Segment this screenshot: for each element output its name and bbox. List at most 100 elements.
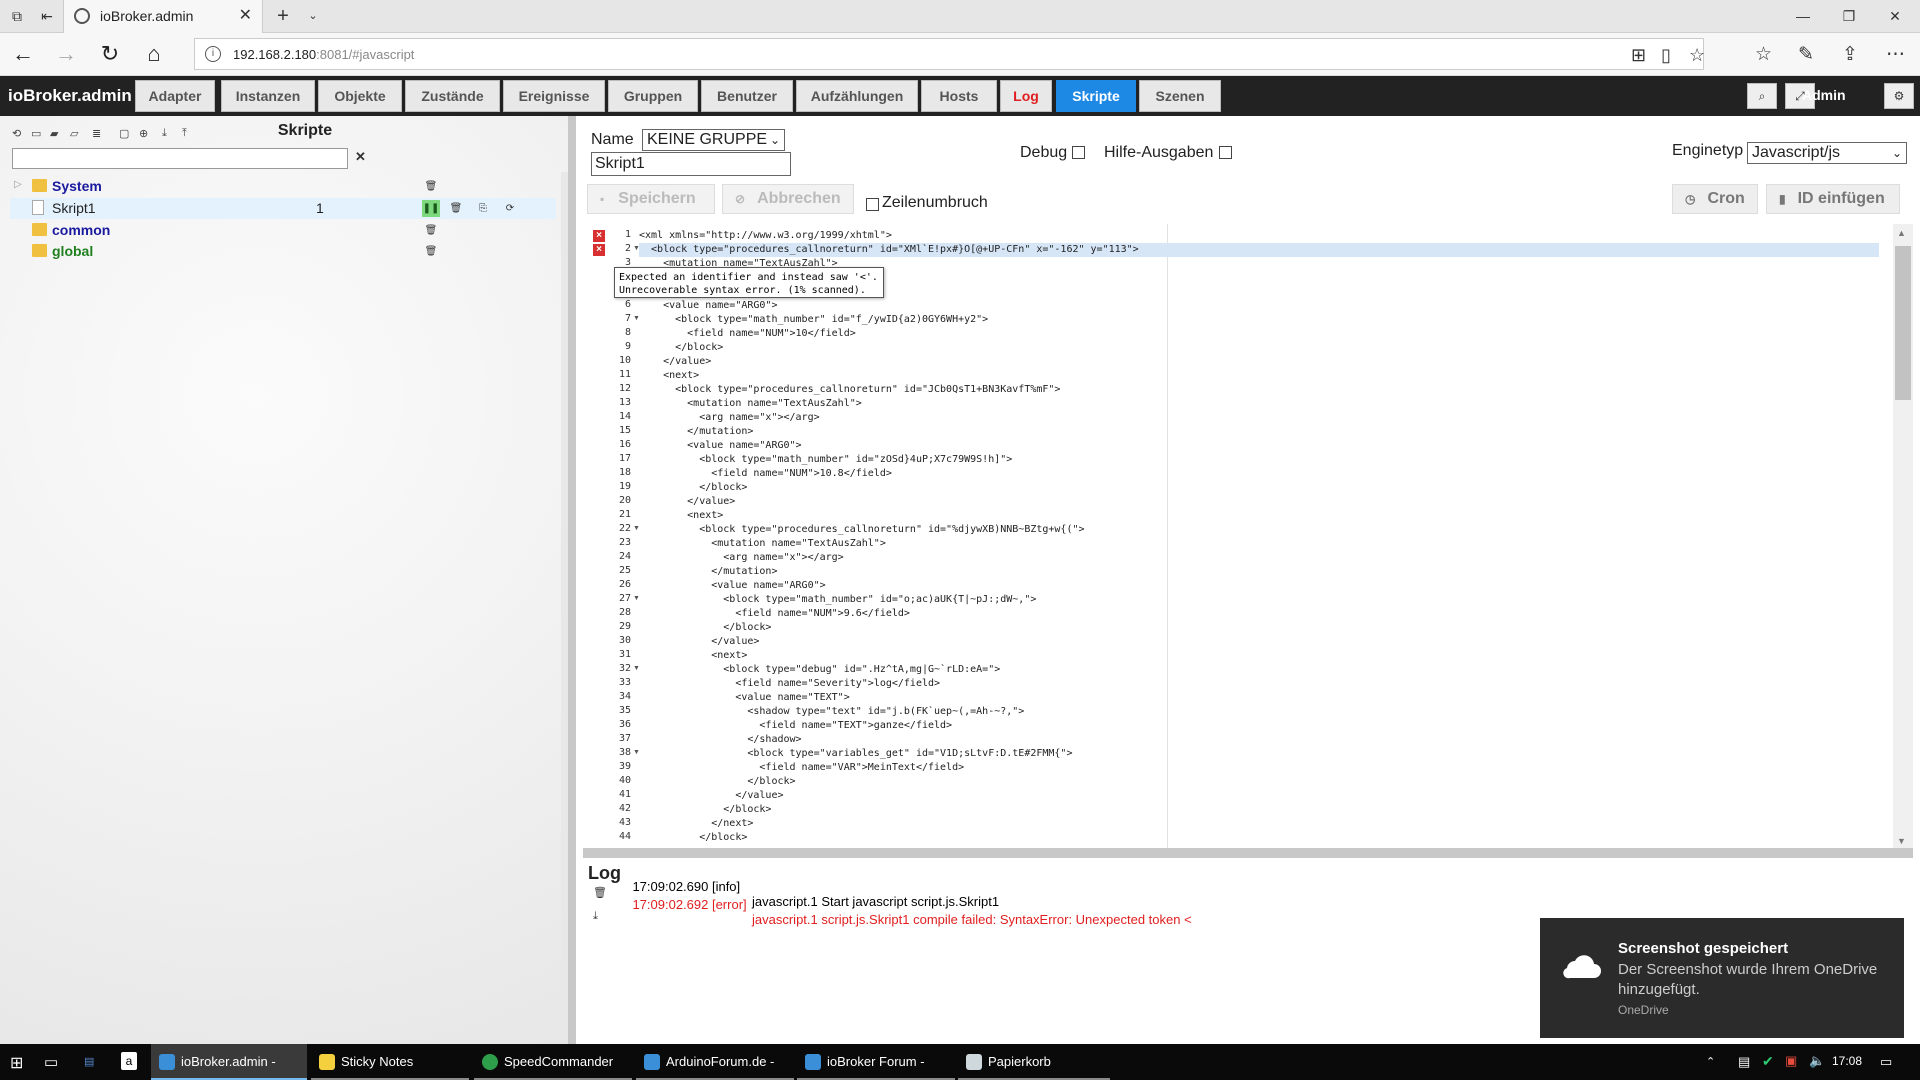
group-select[interactable]: KEINE GRUPPE ⌄ <box>642 129 785 151</box>
export-icon[interactable]: ⤒ <box>182 127 187 140</box>
error-marker-icon[interactable]: × <box>593 230 605 242</box>
tab-szenen[interactable]: Szenen <box>1139 80 1221 112</box>
tree-item-system[interactable]: ▷ System 🗑 <box>10 176 556 197</box>
tab-benutzer[interactable]: Benutzer <box>701 80 793 112</box>
open-folder-icon[interactable]: ▱ <box>70 127 78 140</box>
scroll-thumb[interactable] <box>1895 246 1911 400</box>
delete-icon[interactable]: 🗑 <box>422 222 440 239</box>
pause-icon[interactable]: ❚❚ <box>422 200 440 217</box>
tray-chevron-icon[interactable]: ⌃ <box>1706 1055 1715 1068</box>
editor-scrollbar[interactable]: ▲ ▼ <box>1893 224 1913 848</box>
tab-objekte[interactable]: Objekte <box>318 80 402 112</box>
close-window-icon[interactable]: ✕ <box>1884 6 1906 26</box>
tray-check-icon[interactable]: ✔ <box>1762 1053 1774 1070</box>
info-icon[interactable]: i <box>205 46 221 62</box>
pen-icon[interactable]: ✎ <box>1798 43 1814 66</box>
error-marker-icon[interactable]: × <box>593 244 605 256</box>
panel-splitter[interactable] <box>568 116 576 1044</box>
tray-app-icon[interactable]: ▤ <box>1738 1054 1750 1070</box>
delete-icon[interactable]: 🗑 <box>422 178 440 195</box>
task-view-icon[interactable]: ▭ <box>44 1053 58 1071</box>
download-log-icon[interactable]: ⤓ <box>593 910 598 923</box>
tab-ereignisse[interactable]: Ereignisse <box>503 80 605 112</box>
tab-hosts[interactable]: Hosts <box>921 80 997 112</box>
add-icon[interactable]: ⊕ <box>139 127 148 140</box>
delete-icon[interactable]: 🗑 <box>422 243 440 260</box>
taskbar-app-sticky-notes[interactable]: Sticky Notes <box>311 1044 469 1080</box>
app-pinned-icon[interactable]: ▤ <box>84 1055 94 1068</box>
new-folder-icon[interactable]: ▰ <box>50 127 58 140</box>
engine-type-select[interactable]: Javascript/js ⌄ <box>1747 142 1907 164</box>
refresh-icon[interactable]: ↻ <box>95 42 125 66</box>
expand-arrow-icon[interactable]: ▷ <box>14 179 22 190</box>
minimize-icon[interactable]: — <box>1792 6 1814 26</box>
search-icon[interactable]: ⌕ <box>1747 83 1777 109</box>
tab-aufzaehlungen[interactable]: Aufzählungen <box>796 80 918 112</box>
collapse-icon[interactable]: ▭ <box>31 127 41 140</box>
log-splitter[interactable] <box>583 848 1913 858</box>
line-number: 17 <box>618 453 631 464</box>
tab-list-icon[interactable]: ⧉ <box>6 6 28 26</box>
taskbar-app-edge[interactable]: ioBroker.admin - Mic... <box>151 1044 307 1080</box>
forward-icon[interactable]: → <box>51 42 81 66</box>
cancel-button[interactable]: ⊘ Abbrechen <box>722 184 854 214</box>
amazon-icon[interactable]: a <box>121 1052 137 1070</box>
delete-icon[interactable]: 🗑 <box>447 200 465 217</box>
new-script-icon[interactable]: ▢ <box>119 127 129 140</box>
settings-icon[interactable]: ⚙ <box>1884 83 1914 109</box>
cron-button[interactable]: ◷ Cron <box>1672 184 1758 214</box>
insert-id-button[interactable]: ▮ ID einfügen <box>1766 184 1900 214</box>
taskbar-app-recycle-bin[interactable]: Papierkorb <box>958 1044 1110 1080</box>
tree-item-global[interactable]: global 🗑 <box>10 241 556 262</box>
debug-checkbox[interactable] <box>1072 146 1085 159</box>
script-name-input[interactable]: Skript1 <box>591 152 791 176</box>
copy-icon[interactable]: ⎘ <box>474 200 492 217</box>
taskbar-app-iobroker-forum[interactable]: ioBroker Forum - Ant... <box>797 1044 955 1080</box>
more-icon[interactable]: ⋯ <box>1886 43 1905 66</box>
screenshot-toast[interactable]: Screenshot gespeichert Der Screenshot wu… <box>1540 918 1904 1038</box>
volume-icon[interactable]: 🔈 <box>1809 1053 1825 1069</box>
new-tab-icon[interactable]: + <box>272 6 294 26</box>
tab-skripte[interactable]: Skripte <box>1056 80 1136 112</box>
tree-scrollbar[interactable] <box>561 172 568 1040</box>
import-icon[interactable]: ⤓ <box>162 127 167 140</box>
tab-gruppen[interactable]: Gruppen <box>608 80 698 112</box>
tab-preview-chevron-icon[interactable]: ⌄ <box>302 6 324 26</box>
translate-icon[interactable]: ⊞ <box>1631 45 1646 66</box>
refresh-tree-icon[interactable]: ⟲ <box>12 127 21 140</box>
toast-source: OneDrive <box>1618 1003 1669 1017</box>
help-output-checkbox[interactable] <box>1219 146 1232 159</box>
home-icon[interactable]: ⌂ <box>139 42 169 66</box>
tree-item-common[interactable]: common 🗑 <box>10 220 556 241</box>
line-wrap-checkbox[interactable] <box>866 198 879 211</box>
url-input[interactable]: i 192.168.2.180:8081/#javascript ⊞ ▯ ☆ <box>194 38 1705 70</box>
tab-zustaende[interactable]: Zustände <box>405 80 500 112</box>
close-tab-icon[interactable]: ✕ <box>239 5 252 25</box>
set-aside-tabs-icon[interactable]: ⇤ <box>36 6 58 26</box>
browser-tab[interactable]: ioBroker.admin ✕ <box>63 0 263 33</box>
list-icon[interactable]: ≣ <box>92 127 101 140</box>
tab-log[interactable]: Log <box>1000 80 1052 112</box>
favorite-star-icon[interactable]: ☆ <box>1689 45 1705 66</box>
scroll-up-icon[interactable]: ▲ <box>1897 228 1906 238</box>
tab-instanzen[interactable]: Instanzen <box>221 80 315 112</box>
reading-view-icon[interactable]: ▯ <box>1661 45 1671 66</box>
share-icon[interactable]: ⇪ <box>1842 43 1858 66</box>
notifications-icon[interactable]: ▭ <box>1880 1054 1892 1070</box>
save-button[interactable]: ▪ Speichern <box>587 184 715 214</box>
clear-search-icon[interactable]: ✕ <box>355 149 366 165</box>
restart-icon[interactable]: ⟳ <box>501 200 519 217</box>
scroll-down-icon[interactable]: ▼ <box>1897 836 1906 846</box>
back-icon[interactable]: ← <box>8 42 38 66</box>
tree-search-input[interactable] <box>12 148 348 169</box>
tree-item-skript1[interactable]: Skript1 1 ❚❚ 🗑 ⎘ ⟳ <box>10 198 556 219</box>
taskbar-app-speedcommander[interactable]: SpeedCommander 17... <box>474 1044 632 1080</box>
code-editor[interactable]: 1×2×▼34567▼8910111213141516171819202122▼… <box>583 224 1893 848</box>
favorites-hub-icon[interactable]: ☆ <box>1755 43 1772 66</box>
restore-icon[interactable]: ❐ <box>1838 6 1860 26</box>
start-icon[interactable]: ⊞ <box>10 1053 23 1073</box>
taskbar-app-arduinoforum[interactable]: ArduinoForum.de - D... <box>636 1044 794 1080</box>
clear-log-icon[interactable]: 🗑 <box>593 886 607 899</box>
tray-antivirus-icon[interactable]: ▣ <box>1785 1053 1797 1069</box>
tab-adapter[interactable]: Adapter <box>135 80 215 112</box>
